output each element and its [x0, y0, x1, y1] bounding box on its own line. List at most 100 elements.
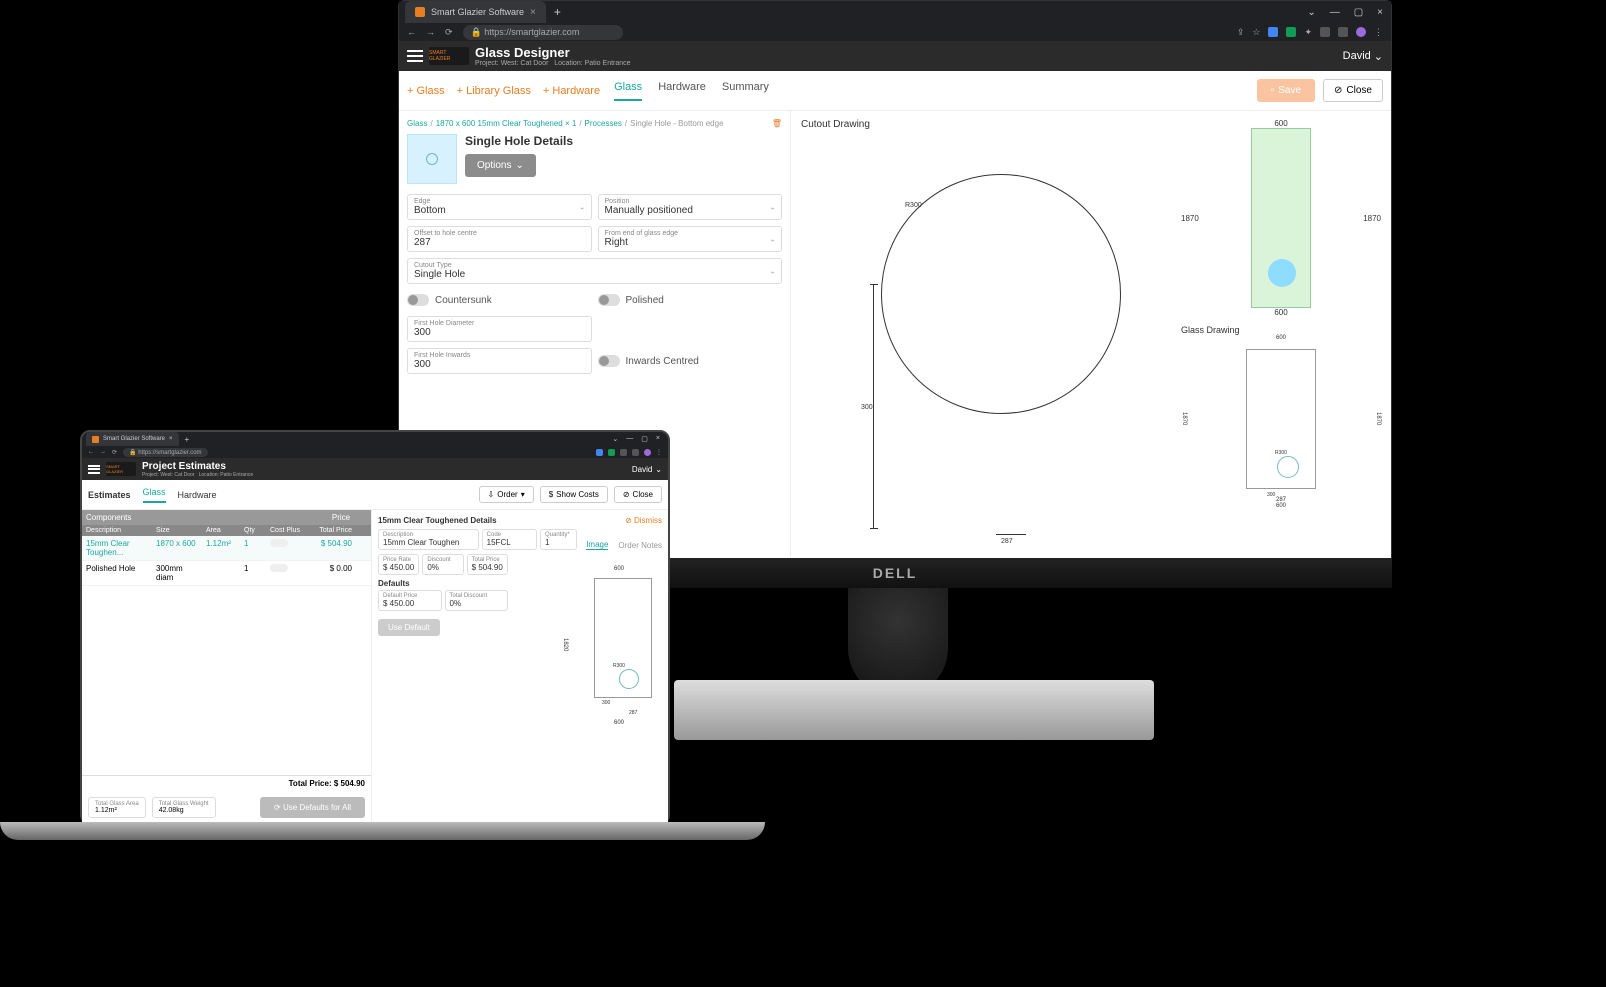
- close-tab-icon[interactable]: ×: [530, 7, 536, 18]
- kebab-menu-icon[interactable]: ⋮: [656, 449, 662, 456]
- dim-1820-left: 1820: [562, 638, 568, 651]
- user-menu[interactable]: David ⌄: [1343, 50, 1383, 63]
- total-price-field: Total Price$ 504.90: [467, 554, 508, 575]
- window-controls: ⌄ — ▢ ×: [1307, 7, 1391, 18]
- tab-order-notes[interactable]: Order Notes: [618, 541, 662, 550]
- offset-field[interactable]: Offset to hole centre 287: [407, 226, 592, 252]
- tab-hardware[interactable]: Hardware: [658, 81, 706, 101]
- browser-tab[interactable]: Smart Glazier Software ×: [405, 1, 546, 23]
- crumb-glass[interactable]: Glass: [407, 119, 427, 128]
- crumb-item[interactable]: 1870 x 600 15mm Clear Toughened × 1: [436, 119, 577, 128]
- app-header: SMART GLAZIER Project Estimates Project:…: [82, 458, 668, 480]
- diameter-field[interactable]: First Hole Diameter 300: [407, 316, 592, 342]
- cost-plus-toggle[interactable]: [270, 564, 288, 572]
- tab-glass[interactable]: Glass: [143, 487, 166, 503]
- show-costs-button[interactable]: $Show Costs: [540, 486, 608, 503]
- edge-field[interactable]: Edge Bottom ⌄: [407, 194, 592, 220]
- workspace: Components Price Description Size Area Q…: [82, 510, 668, 824]
- close-window-icon[interactable]: ×: [1377, 7, 1383, 18]
- cutout-circle: [881, 174, 1121, 414]
- extension-1-icon[interactable]: [596, 449, 603, 456]
- nav-forward-icon[interactable]: →: [426, 27, 435, 37]
- table-row[interactable]: Polished Hole 300mm diam 1 $ 0.00: [82, 561, 371, 586]
- quantity-field[interactable]: Quantity* 1: [540, 529, 577, 550]
- extensions-icon[interactable]: ✦: [1304, 27, 1312, 38]
- close-window-icon[interactable]: ×: [656, 435, 660, 443]
- close-button[interactable]: ⊘ Close: [1323, 79, 1383, 102]
- tab-glass[interactable]: Glass: [614, 81, 642, 101]
- inwards-centred-toggle[interactable]: [598, 355, 620, 367]
- use-default-button[interactable]: Use Default: [378, 619, 440, 636]
- url-field[interactable]: 🔒 https://smartglazier.com: [123, 448, 208, 457]
- order-button[interactable]: ⇩Order▾: [479, 486, 534, 503]
- maximize-icon[interactable]: ▢: [1354, 7, 1363, 18]
- nav-back-icon[interactable]: ←: [88, 449, 94, 455]
- extension-2-icon[interactable]: [1286, 27, 1296, 37]
- user-menu[interactable]: David ⌄: [632, 465, 662, 474]
- mini-hole-icon: [1268, 259, 1296, 287]
- extension-2-icon[interactable]: [608, 449, 615, 456]
- profile-avatar-icon[interactable]: [644, 449, 651, 456]
- extension-3-icon[interactable]: [1320, 27, 1330, 37]
- reload-icon[interactable]: ⟳: [445, 27, 453, 38]
- polished-toggle[interactable]: [598, 294, 620, 306]
- chevron-down-icon[interactable]: ⌄: [612, 435, 618, 443]
- price-header: Price: [311, 510, 371, 525]
- hamburger-menu-icon[interactable]: [407, 50, 423, 62]
- bookmark-icon[interactable]: ☆: [1252, 27, 1260, 38]
- price-rate-field[interactable]: Price Rate$ 450.00: [378, 554, 419, 575]
- field-row-1: Description 15mm Clear Toughen Code 15FC…: [378, 529, 662, 550]
- tab-summary[interactable]: Summary: [722, 81, 769, 101]
- close-tab-icon[interactable]: ×: [169, 436, 173, 442]
- glass-weight-card: Total Glass Weight 42.08kg: [152, 797, 216, 818]
- extension-3-icon[interactable]: [620, 449, 627, 456]
- nav-actions: ▫ Save ⊘ Close: [1257, 79, 1383, 102]
- hamburger-menu-icon[interactable]: [88, 465, 100, 474]
- tab-estimates[interactable]: Estimates: [88, 490, 131, 500]
- browser-tab[interactable]: Smart Glazier Software ×: [86, 432, 179, 446]
- window-controls: ⌄ — ▢ ×: [612, 435, 668, 443]
- dismiss-button[interactable]: ⊘ Dismiss: [625, 516, 662, 525]
- crumb-processes[interactable]: Processes: [585, 119, 622, 128]
- extension-4-icon[interactable]: [632, 449, 639, 456]
- minimize-icon[interactable]: —: [1330, 7, 1340, 18]
- profile-avatar-icon[interactable]: [1356, 27, 1366, 37]
- tab-image[interactable]: Image: [586, 540, 608, 550]
- add-hardware-button[interactable]: + Hardware: [543, 85, 600, 97]
- close-icon: ⊘: [623, 490, 630, 499]
- glass-outline: R300: [594, 578, 652, 698]
- chevron-down-icon[interactable]: ⌄: [1307, 7, 1315, 18]
- code-field[interactable]: Code 15FCL: [482, 529, 537, 550]
- new-tab-button[interactable]: +: [554, 5, 561, 19]
- add-library-glass-button[interactable]: + Library Glass: [457, 85, 531, 97]
- defaults-row: Default Price$ 450.00 Total Discount0%: [378, 590, 508, 611]
- discount-field[interactable]: Discount0%: [422, 554, 463, 575]
- description-field[interactable]: Description 15mm Clear Toughen: [378, 529, 479, 550]
- countersunk-toggle[interactable]: [407, 294, 429, 306]
- tab-hardware[interactable]: Hardware: [178, 490, 217, 500]
- app-content: Estimates Glass Hardware ⇩Order▾ $Show C…: [82, 480, 668, 824]
- kebab-menu-icon[interactable]: ⋮: [1374, 27, 1383, 38]
- cost-plus-toggle[interactable]: [270, 539, 288, 547]
- nav-forward-icon[interactable]: →: [100, 449, 106, 455]
- maximize-icon[interactable]: ▢: [641, 435, 648, 443]
- extension-1-icon[interactable]: [1268, 27, 1278, 37]
- table-row[interactable]: 15mm Clear Toughen... 1870 x 600 1.12m² …: [82, 536, 371, 561]
- new-tab-button[interactable]: +: [185, 435, 190, 444]
- options-button[interactable]: Options ⌄: [465, 154, 536, 177]
- use-defaults-all-button[interactable]: ⟳ Use Defaults for All: [260, 797, 365, 818]
- nav-back-icon[interactable]: ←: [407, 27, 416, 37]
- close-button[interactable]: ⊘Close: [614, 486, 662, 503]
- extension-4-icon[interactable]: [1338, 27, 1348, 37]
- position-field[interactable]: Position Manually positioned ⌄: [598, 194, 783, 220]
- save-button[interactable]: ▫ Save: [1257, 79, 1315, 102]
- minimize-icon[interactable]: —: [626, 435, 633, 443]
- reload-icon[interactable]: ⟳: [112, 449, 117, 456]
- url-field[interactable]: 🔒 https://smartglazier.com: [463, 25, 623, 40]
- add-glass-button[interactable]: + Glass: [407, 85, 445, 97]
- cutout-type-field[interactable]: Cutout Type Single Hole ⌄: [407, 258, 782, 284]
- trash-icon[interactable]: 🗑: [772, 119, 782, 128]
- from-end-field[interactable]: From end of glass edge Right ⌄: [598, 226, 783, 252]
- send-tab-icon[interactable]: ⇪: [1237, 27, 1245, 38]
- inwards-field[interactable]: First Hole Inwards 300: [407, 348, 592, 374]
